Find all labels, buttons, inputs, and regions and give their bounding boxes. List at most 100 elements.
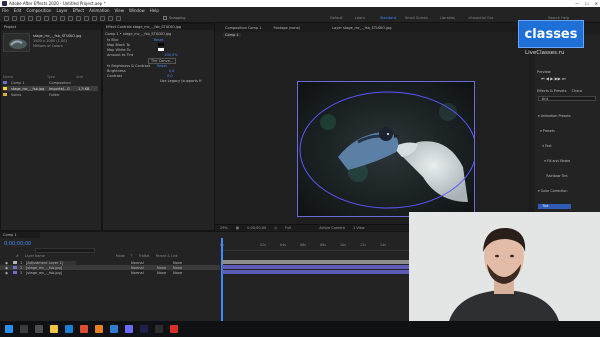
workspace-small-screen[interactable]: Small Screen: [405, 16, 428, 20]
workspace-libraries[interactable]: Libraries: [440, 16, 455, 20]
map-white-row[interactable]: Map White To: [107, 48, 165, 52]
menu-edit[interactable]: Edit: [14, 8, 22, 13]
playback-controls[interactable]: ⏮ ◀ ▶ ▶▶ ⏭: [541, 76, 566, 81]
workspace-standard[interactable]: Standard: [380, 16, 396, 20]
camera-dropdown[interactable]: Active Camera: [319, 226, 345, 230]
map-black-row[interactable]: Map Black To: [107, 43, 164, 47]
pan-behind-tool-icon[interactable]: [52, 16, 57, 21]
camera-snapshot-icon[interactable]: ◎: [274, 226, 277, 230]
settings-icon[interactable]: [155, 325, 163, 333]
fx-brightness-row[interactable]: fx Brightness & Contrast Reset: [107, 64, 167, 68]
project-item[interactable]: stage_mc_-_fsb.jpg ImporteJ...G 1,3 KB: [3, 86, 98, 91]
layer-bounding-box[interactable]: [297, 81, 475, 217]
snapping-checkbox[interactable]: [163, 16, 167, 20]
label-color[interactable]: [13, 271, 17, 274]
label-color[interactable]: [13, 261, 17, 264]
eye-icon[interactable]: ◉: [5, 261, 13, 265]
tree-item[interactable]: ▾ Animation Presets: [538, 114, 571, 119]
workspace-learn[interactable]: Learn: [355, 16, 365, 20]
col-name[interactable]: Name: [3, 75, 43, 79]
brush-tool-icon[interactable]: [84, 16, 89, 21]
roto-tool-icon[interactable]: [108, 16, 113, 21]
brightness-row[interactable]: Brightness 0,0: [107, 69, 174, 73]
firefox-icon[interactable]: [95, 325, 103, 333]
playhead[interactable]: [221, 238, 223, 322]
tab-composition[interactable]: Composition Comp 1: [225, 26, 262, 32]
menu-window[interactable]: Window: [129, 8, 145, 13]
tree-item[interactable]: ▾ Text: [538, 144, 571, 149]
tree-item-selected[interactable]: Tint: [538, 204, 571, 209]
premiere-icon[interactable]: [140, 325, 148, 333]
effect-controls-tab[interactable]: Effect Controls stage_mc_-_fsb_STUDIO.jp…: [103, 24, 214, 30]
contrast-row[interactable]: Contrast 0,0: [107, 74, 173, 78]
after-effects-icon[interactable]: [125, 325, 133, 333]
project-item[interactable]: Solids Folder: [3, 92, 98, 97]
home-icon[interactable]: [4, 16, 9, 21]
eye-icon[interactable]: ◉: [5, 266, 13, 270]
label-color[interactable]: [13, 266, 17, 269]
menu-effect[interactable]: Effect: [73, 8, 85, 13]
selection-tool-icon[interactable]: [12, 16, 17, 21]
menu-animation[interactable]: Animation: [89, 8, 109, 13]
chrome-icon[interactable]: [80, 325, 88, 333]
task-view-icon[interactable]: [35, 325, 43, 333]
zoom-dropdown[interactable]: 29%: [220, 226, 228, 230]
character-tab[interactable]: Chara: [572, 89, 582, 93]
tab-layer[interactable]: Layer stage_mc_-_fsb_STUDIO.jpg: [332, 26, 391, 32]
eye-icon[interactable]: ◉: [5, 271, 13, 275]
rotate-tool-icon[interactable]: [36, 16, 41, 21]
black-swatch[interactable]: [157, 43, 164, 46]
windows-logo-icon[interactable]: [5, 325, 13, 333]
tree-item[interactable]: ▾ Color Correction: [538, 189, 571, 194]
menu-file[interactable]: File: [2, 8, 9, 13]
views-dropdown[interactable]: 1 View: [353, 226, 365, 230]
fx-tint-row[interactable]: fx Blur Reset: [107, 38, 163, 42]
effects-presets-tab[interactable]: Effects & Presets: [537, 89, 567, 93]
file-explorer-icon[interactable]: [50, 325, 58, 333]
type-tool-icon[interactable]: [76, 16, 81, 21]
workspace-more[interactable]: »Essential Gra: [468, 16, 493, 20]
timeline-layer-row[interactable]: ◉ 3 [stage_mc_-_fsb.jpg] Normal None Non…: [0, 270, 220, 275]
store-icon[interactable]: [110, 325, 118, 333]
eraser-tool-icon[interactable]: [100, 16, 105, 21]
menu-view[interactable]: View: [115, 8, 125, 13]
maximize-button[interactable]: ☐: [585, 1, 589, 6]
edge-icon[interactable]: [65, 325, 73, 333]
menu-composition[interactable]: Composition: [26, 8, 51, 13]
white-swatch[interactable]: [158, 48, 165, 51]
close-button[interactable]: ✕: [595, 1, 598, 6]
use-legacy-checkbox[interactable]: Use Legacy (supports H: [160, 79, 202, 83]
workspace-default[interactable]: Default: [330, 16, 343, 20]
timeline-tab[interactable]: Comp 1: [0, 232, 40, 238]
minimize-button[interactable]: —: [575, 1, 579, 6]
zoom-tool-icon[interactable]: [28, 16, 33, 21]
hand-tool-icon[interactable]: [20, 16, 25, 21]
project-item[interactable]: Comp 1 Composition: [3, 80, 98, 85]
menu-layer[interactable]: Layer: [56, 8, 67, 13]
timeline-search-input[interactable]: [35, 248, 95, 253]
tree-item[interactable]: ▾ Presets: [538, 129, 571, 134]
viewer-breadcrumb[interactable]: Comp 1: [223, 33, 241, 37]
selected-file-info: 1920 x 1080 (1,00): [33, 39, 67, 43]
resolution-dropdown[interactable]: Full: [285, 226, 291, 230]
timeline-timecode[interactable]: 0;00;00;00: [4, 241, 31, 247]
project-tab[interactable]: Project: [1, 24, 101, 30]
puppet-tool-icon[interactable]: [116, 16, 121, 21]
tree-item[interactable]: ▾ Fill and Stroke: [538, 159, 571, 164]
menu-help[interactable]: Help: [150, 8, 159, 13]
tab-footage[interactable]: Footage (none): [274, 26, 301, 32]
clone-tool-icon[interactable]: [92, 16, 97, 21]
viewer-timecode[interactable]: 0;00;00;00: [247, 226, 266, 230]
col-type[interactable]: Type: [47, 75, 72, 79]
acrobat-icon[interactable]: [170, 325, 178, 333]
grid-icon[interactable]: ▦: [236, 226, 239, 230]
effects-search-input[interactable]: tint: [538, 96, 596, 101]
camera-tool-icon[interactable]: [44, 16, 49, 21]
pen-tool-icon[interactable]: [68, 16, 73, 21]
preview-tab[interactable]: Preview: [537, 70, 551, 74]
col-size[interactable]: Size: [76, 75, 83, 79]
shape-tool-icon[interactable]: [60, 16, 65, 21]
tree-item[interactable]: Rainbow Tint: [538, 174, 571, 179]
search-icon[interactable]: [20, 325, 28, 333]
amount-tint-row[interactable]: Amount to Tint 100,0%: [107, 53, 178, 57]
